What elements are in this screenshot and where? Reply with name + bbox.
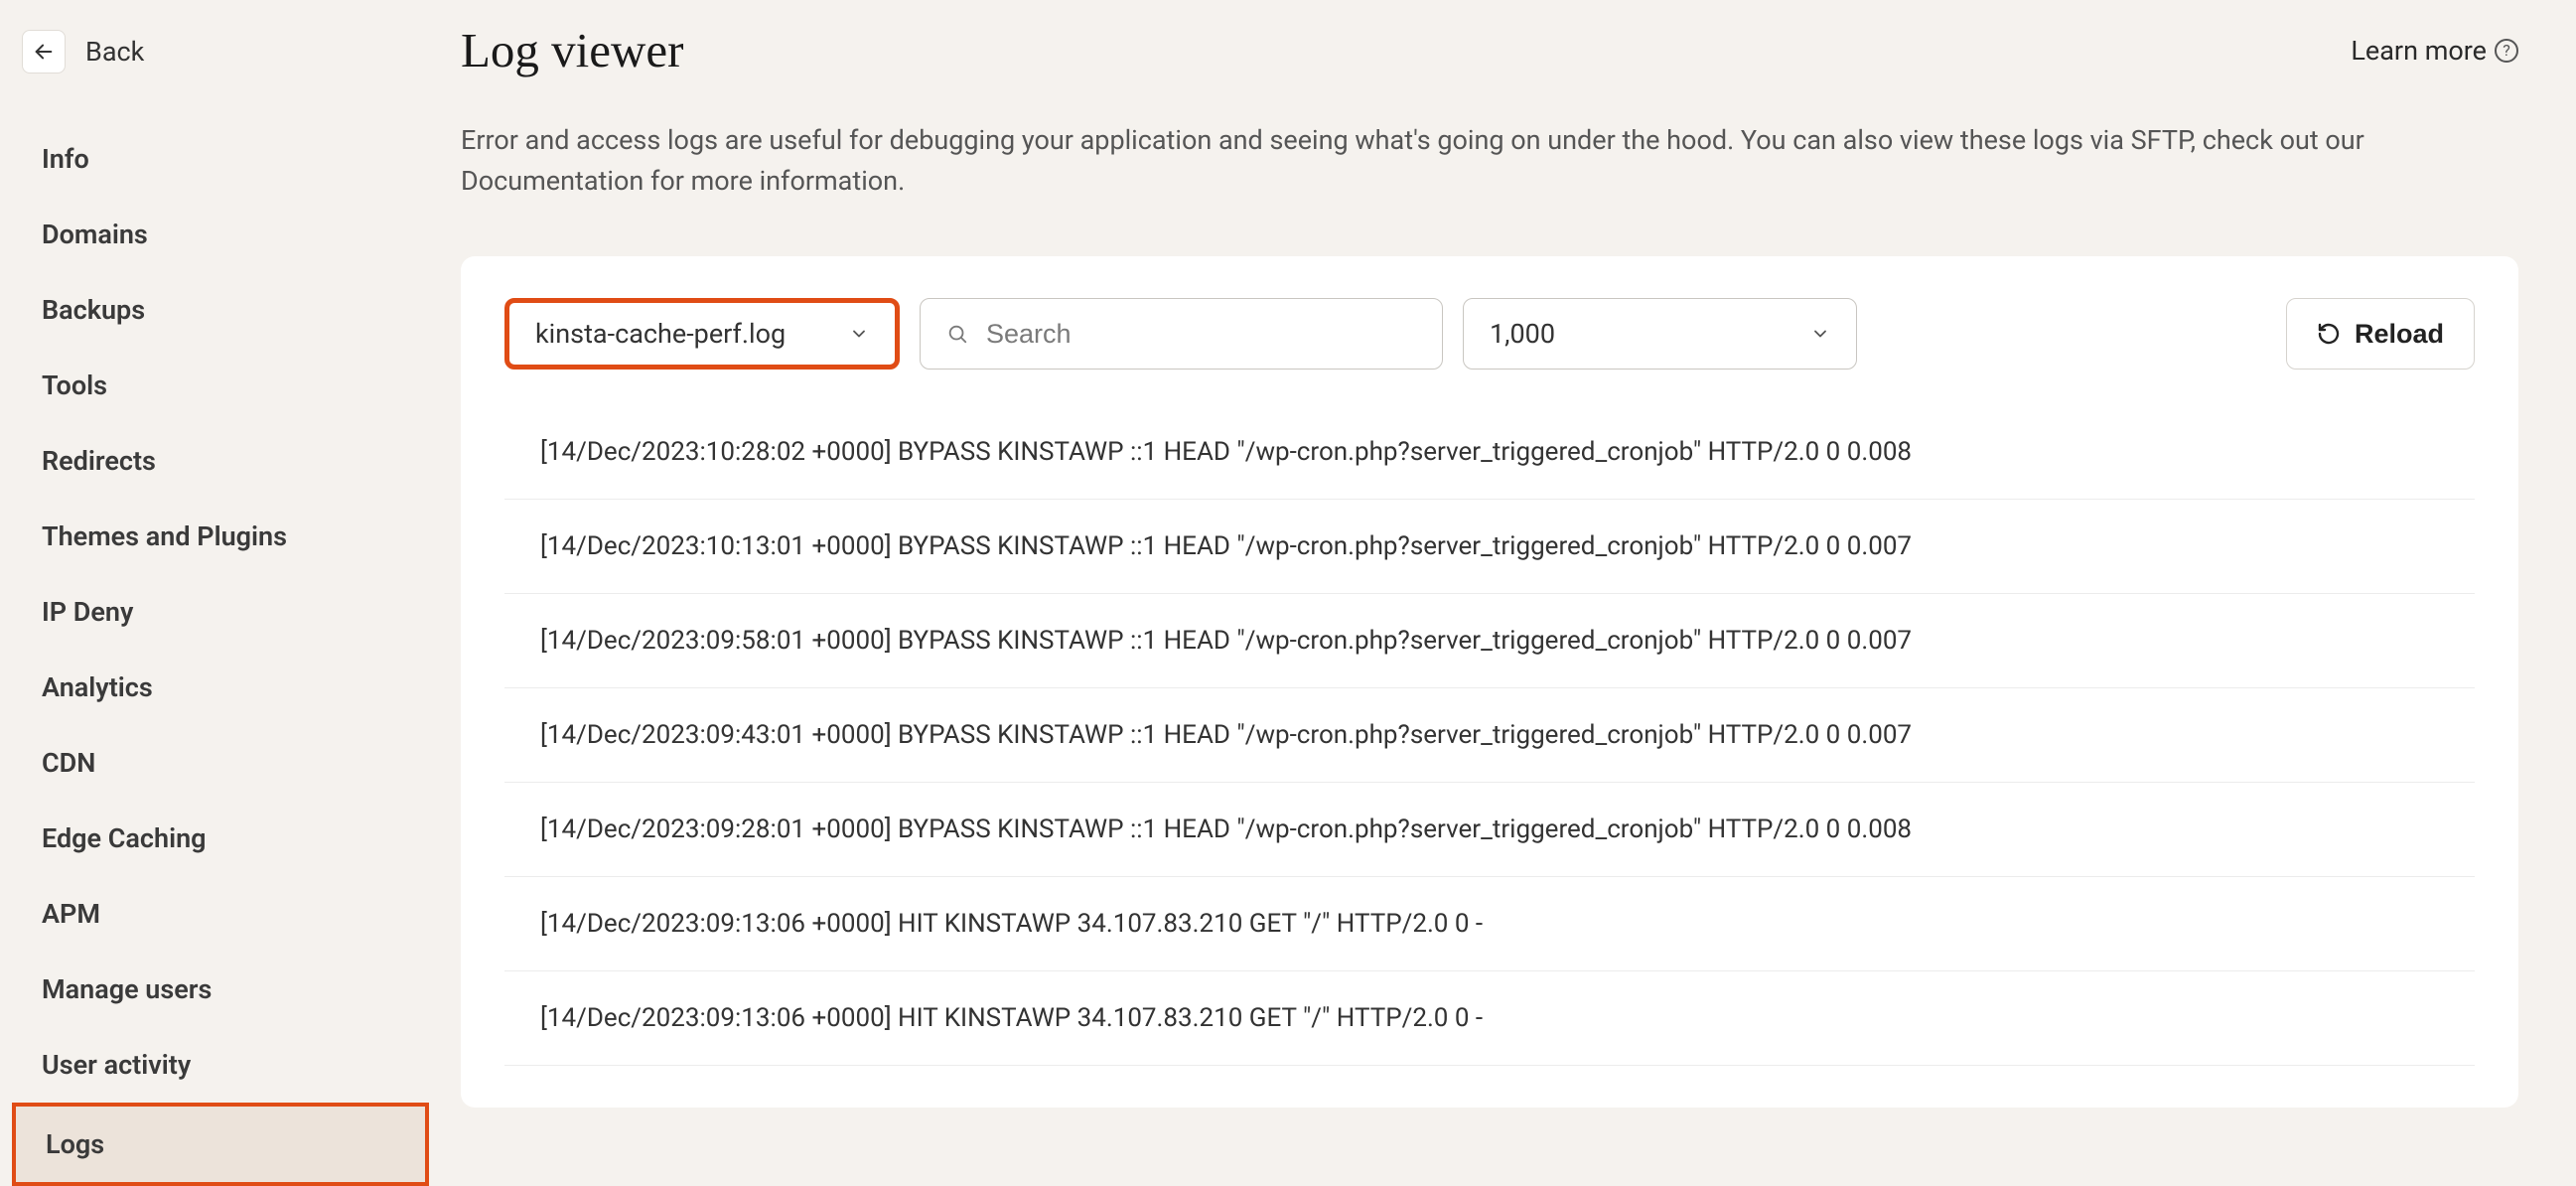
reload-label: Reload <box>2355 319 2444 350</box>
sidebar-item-ip-deny[interactable]: IP Deny <box>12 574 429 650</box>
chevron-down-icon <box>849 324 869 344</box>
main: Log viewer Learn more ? Error and access… <box>441 0 2576 1142</box>
page-title: Log viewer <box>461 22 684 78</box>
log-row: [14/Dec/2023:10:28:02 +0000] BYPASS KINS… <box>504 405 2475 500</box>
controls-row: kinsta-cache-perf.log 1,000 <box>504 298 2475 370</box>
sidebar-item-analytics[interactable]: Analytics <box>12 650 429 725</box>
sidebar-item-domains[interactable]: Domains <box>12 197 429 272</box>
log-row: [14/Dec/2023:09:13:06 +0000] HIT KINSTAW… <box>504 971 2475 1066</box>
sidebar-item-info[interactable]: Info <box>12 121 429 197</box>
search-icon <box>946 323 968 345</box>
sidebar-item-redirects[interactable]: Redirects <box>12 423 429 499</box>
sidebar-item-apm[interactable]: APM <box>12 876 429 952</box>
sidebar-item-backups[interactable]: Backups <box>12 272 429 348</box>
learn-more-label: Learn more <box>2351 35 2487 67</box>
back-row: Back <box>12 30 429 74</box>
page-description: Error and access logs are useful for deb… <box>461 120 2518 201</box>
log-file-select[interactable]: kinsta-cache-perf.log <box>504 298 900 370</box>
search-box[interactable] <box>920 298 1443 370</box>
sidebar: Back InfoDomainsBackupsToolsRedirectsThe… <box>0 0 441 1142</box>
title-row: Log viewer Learn more ? <box>461 22 2518 78</box>
sidebar-item-manage-users[interactable]: Manage users <box>12 952 429 1027</box>
chevron-down-icon <box>1810 324 1830 344</box>
log-row: [14/Dec/2023:09:13:06 +0000] HIT KINSTAW… <box>504 877 2475 971</box>
back-label[interactable]: Back <box>85 36 144 68</box>
reload-icon <box>2317 322 2341 346</box>
learn-more-link[interactable]: Learn more ? <box>2351 35 2518 67</box>
log-list: [14/Dec/2023:10:28:02 +0000] BYPASS KINS… <box>504 405 2475 1066</box>
log-file-select-value: kinsta-cache-perf.log <box>535 318 786 350</box>
search-input[interactable] <box>986 319 1416 350</box>
help-icon: ? <box>2495 39 2518 63</box>
log-row: [14/Dec/2023:10:13:01 +0000] BYPASS KINS… <box>504 500 2475 594</box>
sidebar-item-logs[interactable]: Logs <box>12 1103 429 1186</box>
reload-button[interactable]: Reload <box>2286 298 2475 370</box>
line-count-value: 1,000 <box>1490 318 1555 350</box>
nav-list: InfoDomainsBackupsToolsRedirectsThemes a… <box>12 121 429 1186</box>
line-count-select[interactable]: 1,000 <box>1463 298 1857 370</box>
sidebar-item-tools[interactable]: Tools <box>12 348 429 423</box>
sidebar-item-user-activity[interactable]: User activity <box>12 1027 429 1103</box>
log-row: [14/Dec/2023:09:28:01 +0000] BYPASS KINS… <box>504 783 2475 877</box>
back-button[interactable] <box>22 30 66 74</box>
log-card: kinsta-cache-perf.log 1,000 <box>461 256 2518 1108</box>
log-row: [14/Dec/2023:09:58:01 +0000] BYPASS KINS… <box>504 594 2475 688</box>
sidebar-item-themes-and-plugins[interactable]: Themes and Plugins <box>12 499 429 574</box>
arrow-left-icon <box>33 41 55 63</box>
sidebar-item-edge-caching[interactable]: Edge Caching <box>12 801 429 876</box>
log-row: [14/Dec/2023:09:43:01 +0000] BYPASS KINS… <box>504 688 2475 783</box>
sidebar-item-cdn[interactable]: CDN <box>12 725 429 801</box>
